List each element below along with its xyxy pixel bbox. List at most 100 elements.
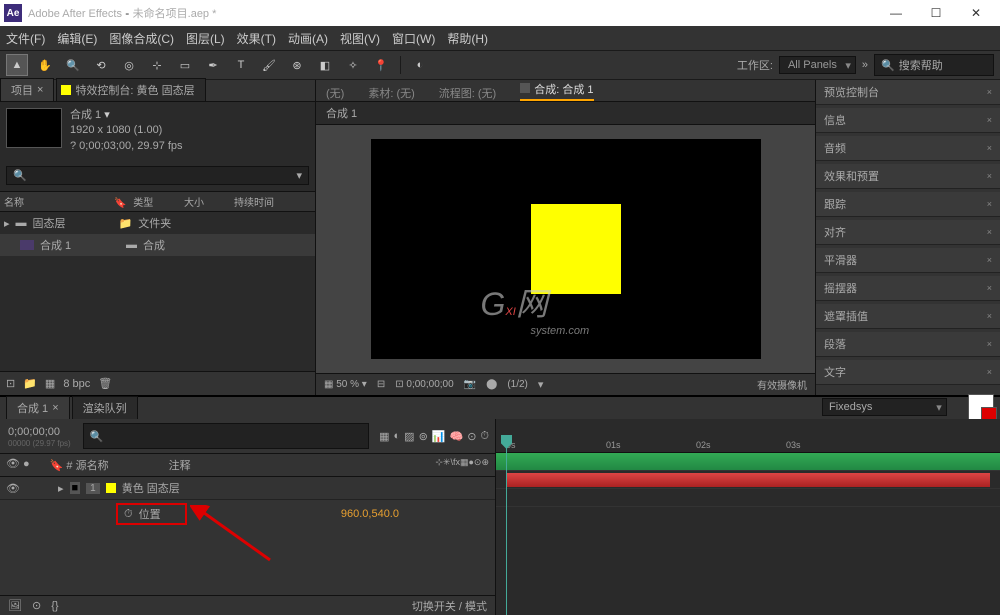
playhead[interactable]	[506, 437, 507, 615]
tl-footer-bracket[interactable]: {}	[51, 600, 58, 612]
timeline-layer-row[interactable]: 👁 ▸ ■ 1 黄色 固态层	[0, 477, 495, 500]
rotate-tool[interactable]: ⟲	[90, 54, 112, 76]
panel-track[interactable]: 跟踪×	[816, 192, 1000, 217]
menu-bar: 文件(F) 编辑(E) 图像合成(C) 图层(L) 效果(T) 动画(A) 视图…	[0, 26, 1000, 50]
menu-view[interactable]: 视图(V)	[340, 30, 380, 47]
timeline-tab-comp[interactable]: 合成 1 ×	[6, 396, 70, 419]
menu-comp[interactable]: 图像合成(C)	[109, 30, 174, 47]
new-folder-icon[interactable]: 📁	[23, 377, 37, 390]
close-icon[interactable]: ×	[52, 402, 58, 414]
panel-char[interactable]: 文字×	[816, 360, 1000, 385]
help-search[interactable]: 🔍搜索帮助	[874, 54, 994, 76]
layer-number: 1	[86, 483, 100, 494]
panel-audio[interactable]: 音频×	[816, 136, 1000, 161]
switches-button[interactable]: 切换开关 / 模式	[412, 598, 487, 614]
minimize-button[interactable]: —	[876, 0, 916, 26]
graph-icon[interactable]: 📊	[432, 430, 446, 443]
menu-anim[interactable]: 动画(A)	[288, 30, 328, 47]
comp-thumbnail[interactable]	[6, 108, 62, 148]
tl-footer-icon[interactable]: 🖼	[8, 599, 22, 612]
menu-effect[interactable]: 效果(T)	[237, 30, 276, 47]
viewer-tab-none[interactable]: (无)	[326, 85, 344, 101]
text-tool[interactable]: T	[230, 54, 252, 76]
close-button[interactable]: ✕	[956, 0, 996, 26]
time-ruler[interactable]: 0s 01s 02s 03s	[496, 419, 1000, 453]
roto-tool[interactable]: ✧	[342, 54, 364, 76]
rect-tool[interactable]: ▭	[174, 54, 196, 76]
panel-mask[interactable]: 遮罩插值×	[816, 304, 1000, 329]
zoom-dropdown[interactable]: ▦ 50 % ▾	[324, 379, 367, 390]
puppet-tool[interactable]: 📍	[370, 54, 392, 76]
text-color-swatch[interactable]	[968, 394, 994, 420]
composition-viewer[interactable]: GXI网system.com	[316, 125, 815, 373]
eraser-tool[interactable]: ◧	[314, 54, 336, 76]
depth-button[interactable]: 8 bpc	[63, 378, 90, 390]
menu-layer[interactable]: 图层(L)	[186, 30, 225, 47]
menu-edit[interactable]: 编辑(E)	[57, 30, 97, 47]
workspace-next-icon[interactable]: »	[862, 59, 868, 71]
maximize-button[interactable]: ☐	[916, 0, 956, 26]
panel-fx[interactable]: 效果和预置×	[816, 164, 1000, 189]
stopwatch-icon[interactable]: ⏱	[124, 508, 133, 521]
panel-wiggle[interactable]: 摇摆器×	[816, 276, 1000, 301]
resolution-icon[interactable]: ⊟	[377, 379, 385, 390]
tl-footer-icon2[interactable]: ⊙	[32, 599, 41, 612]
selection-tool[interactable]: ▲	[6, 54, 28, 76]
switch-icon[interactable]: ⊙	[467, 430, 476, 443]
timeline-tab-render[interactable]: 渲染队列	[72, 396, 138, 419]
channel-icon[interactable]: ⬤	[486, 379, 497, 390]
timeline-property-row[interactable]: ⏱ 位置 960.0,540.0	[0, 500, 495, 528]
hand-tool[interactable]: ✋	[34, 54, 56, 76]
font-family-dropdown[interactable]: Fixedsys	[822, 398, 947, 416]
layer-name[interactable]: 黄色 固态层	[122, 480, 180, 496]
stamp-tool[interactable]: ⊛	[286, 54, 308, 76]
panel-para[interactable]: 段落×	[816, 332, 1000, 357]
menu-window[interactable]: 窗口(W)	[392, 30, 435, 47]
menu-help[interactable]: 帮助(H)	[447, 30, 488, 47]
tool-opt-icon[interactable]: ◐	[409, 54, 431, 76]
motion-blur-icon[interactable]: ⊚	[419, 430, 428, 443]
brain-icon[interactable]: 🧠	[449, 430, 463, 443]
frame-blend-icon[interactable]: ▨	[404, 430, 414, 443]
camera-dropdown[interactable]: 有效摄像机	[757, 377, 807, 392]
trash-icon[interactable]: 🗑	[98, 377, 112, 390]
position-value[interactable]: 960.0,540.0	[341, 508, 489, 520]
workspace-dropdown[interactable]: All Panels	[779, 56, 856, 74]
view-dropdown[interactable]: (1/2)	[507, 379, 528, 390]
eye-icon[interactable]: 👁	[6, 482, 20, 495]
project-item-comp[interactable]: 合成 1 ▬ 合成	[0, 234, 315, 256]
pen-tool[interactable]: ✒	[202, 54, 224, 76]
watermark: GXI网system.com	[481, 279, 590, 337]
panel-smooth[interactable]: 平滑器×	[816, 248, 1000, 273]
viewer-tab-comp[interactable]: 合成: 合成 1	[520, 81, 593, 101]
viewer-tab-flow[interactable]: 流程图: (无)	[439, 85, 496, 101]
close-icon[interactable]: ×	[37, 84, 43, 96]
panel-info[interactable]: 信息×	[816, 108, 1000, 133]
panel-preview[interactable]: 预览控制台×	[816, 80, 1000, 105]
new-comp-icon[interactable]: ▦	[45, 377, 55, 390]
tab-fx-controls[interactable]: 特效控制台: 黄色 固态层	[56, 78, 205, 101]
anchor-tool[interactable]: ⊹	[146, 54, 168, 76]
shy-icon[interactable]: ◐	[394, 430, 401, 442]
snapshot-icon[interactable]: 📷	[464, 379, 476, 390]
layer-track[interactable]	[496, 471, 1000, 489]
stopwatch-icon[interactable]: ⏱	[480, 430, 489, 443]
tab-project[interactable]: 项目 ×	[0, 78, 54, 101]
zoom-tool[interactable]: 🔍	[62, 54, 84, 76]
position-property-highlight[interactable]: ⏱ 位置	[116, 503, 187, 525]
interpret-icon[interactable]: ⊡	[6, 377, 15, 390]
menu-file[interactable]: 文件(F)	[6, 30, 45, 47]
brush-tool[interactable]: 🖌	[258, 54, 280, 76]
folder-icon: 📁	[119, 217, 133, 230]
timeline-search[interactable]: 🔍	[83, 423, 369, 449]
search-icon: 🔍	[13, 169, 27, 182]
comp-mini-icon[interactable]: ▦	[379, 430, 389, 443]
viewer-tab-footage[interactable]: 素材: (无)	[368, 85, 414, 101]
viewer-time[interactable]: ⊡ 0;00;00;00	[395, 379, 453, 390]
current-time[interactable]: 0;00;00;0000000 (29.97 fps)	[0, 419, 79, 453]
project-item-folder[interactable]: ▸▬ 固态层 📁 文件夹	[0, 212, 315, 234]
project-search[interactable]: 🔍▾	[6, 166, 309, 185]
camera-tool[interactable]: ◎	[118, 54, 140, 76]
panel-align[interactable]: 对齐×	[816, 220, 1000, 245]
layer-color-swatch[interactable]	[106, 483, 116, 493]
